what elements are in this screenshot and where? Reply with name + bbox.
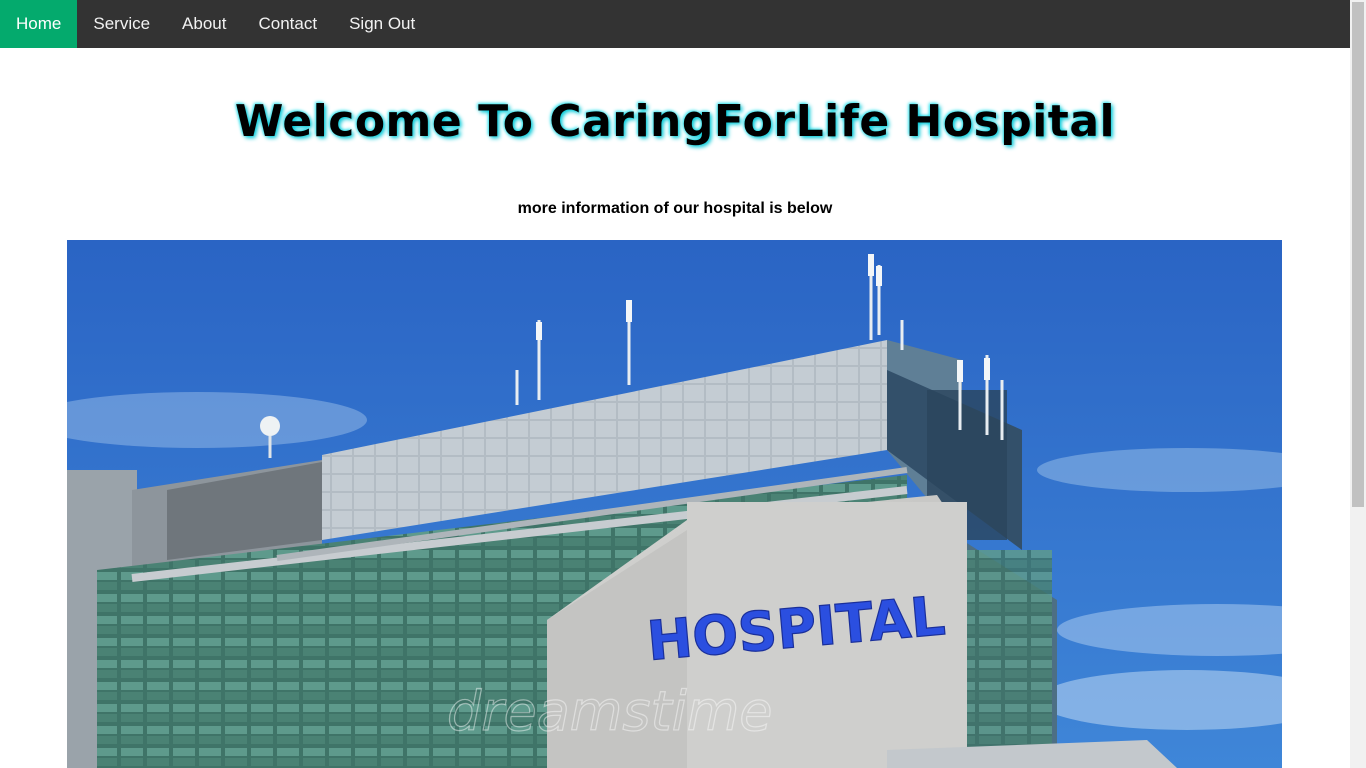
watermark: dreamstime (447, 680, 773, 743)
nav-sign-out-link[interactable]: Sign Out (333, 0, 431, 48)
vertical-scrollbar[interactable] (1350, 0, 1366, 768)
nav-service-link[interactable]: Service (77, 0, 166, 48)
top-nav: Home Service About Contact Sign Out (0, 0, 1350, 48)
nav-about-link[interactable]: About (166, 0, 242, 48)
nav-home-link[interactable]: Home (0, 0, 78, 48)
page-title: Welcome To CaringForLife Hospital (234, 96, 1116, 147)
page: Home Service About Contact Sign Out Welc… (0, 0, 1366, 768)
page-subtitle: more information of our hospital is belo… (517, 200, 833, 217)
scrollbar-thumb[interactable] (1352, 2, 1364, 507)
hospital-image: HOSPITAL dreamstime (67, 240, 1282, 768)
nav-contact-link[interactable]: Contact (242, 0, 333, 48)
